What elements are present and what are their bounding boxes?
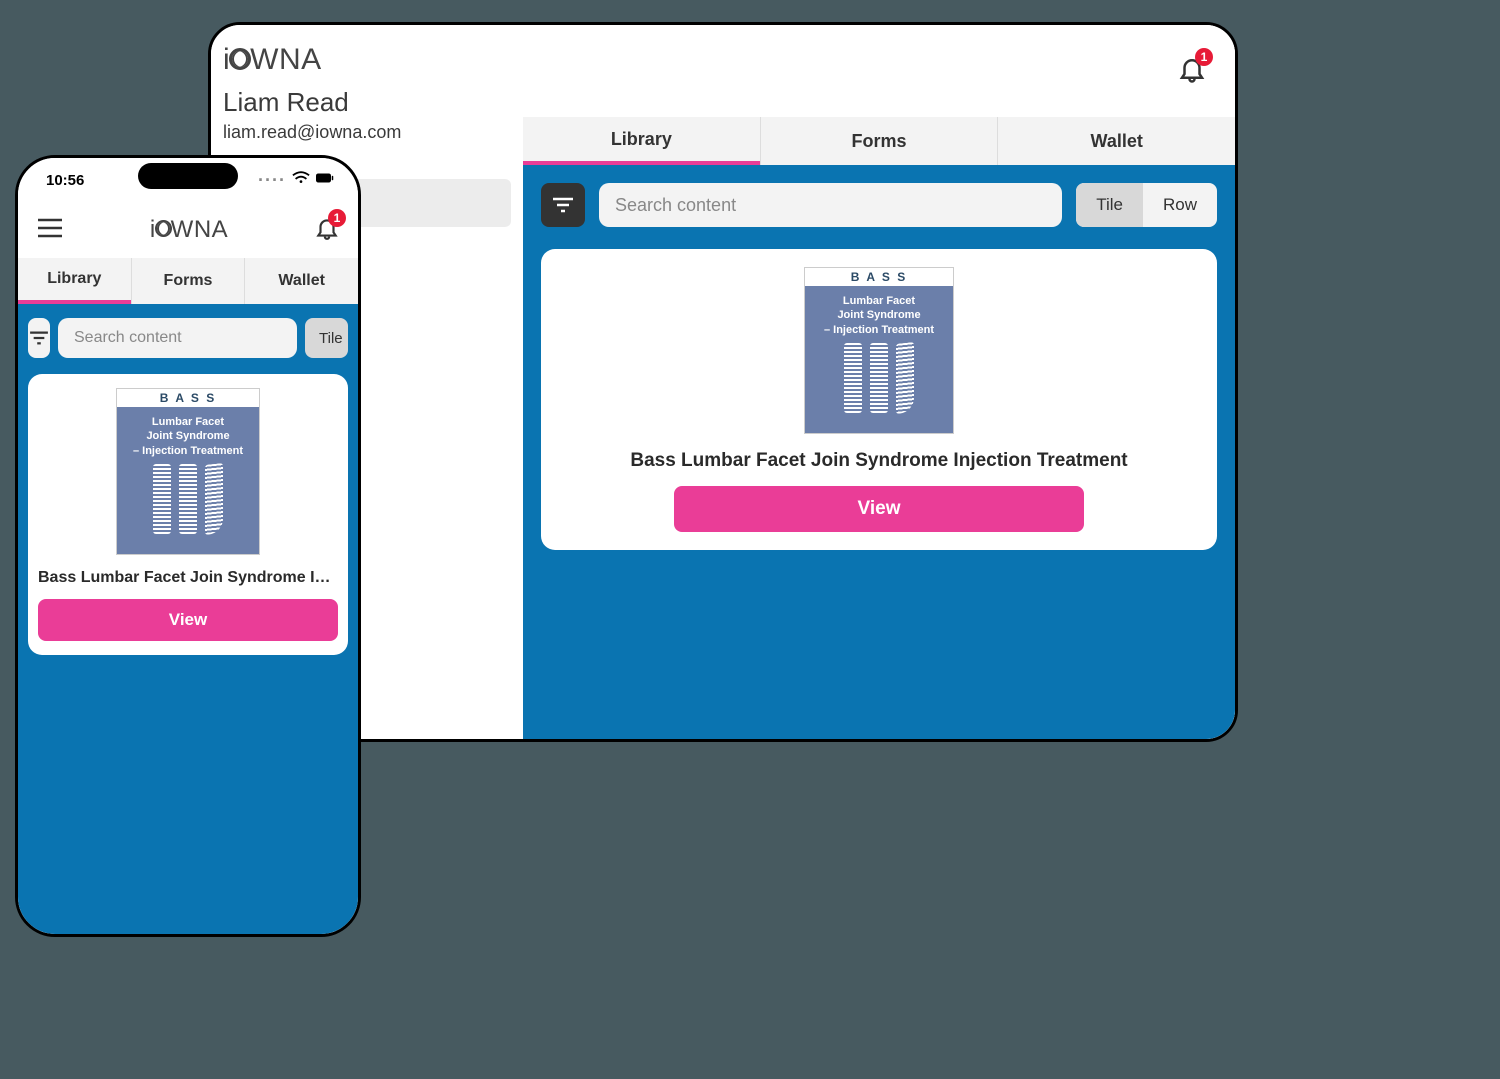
view-toggle-tile[interactable]: Tile: [305, 318, 348, 358]
phone-notch: [138, 163, 238, 189]
thumb-line3: – Injection Treatment: [123, 444, 253, 458]
notifications-button[interactable]: 1: [1177, 54, 1207, 89]
content-card: B A S S Lumbar Facet Joint Syndrome – In…: [541, 249, 1217, 550]
content-card: B A S S Lumbar Facet Joint Syndrome – In…: [28, 374, 348, 655]
search-input[interactable]: [599, 183, 1062, 227]
thumb-brand: B A S S: [117, 389, 259, 407]
thumb-illustration: [123, 458, 253, 538]
tablet-main: 1 Library Forms Wallet Tile Row B A: [523, 25, 1235, 739]
view-toggle-tile[interactable]: Tile: [1076, 183, 1143, 227]
status-time: 10:56: [46, 172, 84, 189]
brand-logo: iWNA: [150, 216, 228, 244]
tab-wallet[interactable]: Wallet: [997, 117, 1235, 165]
menu-button[interactable]: [36, 217, 64, 244]
user-name: Liam Read: [223, 87, 511, 118]
notifications-button[interactable]: 1: [314, 215, 340, 246]
tablet-device: iWNA Liam Read liam.read@iowna.com ician…: [208, 22, 1238, 742]
view-button[interactable]: View: [674, 486, 1084, 532]
thumb-illustration: [811, 337, 947, 417]
phone-device: 10:56 ···· iWNA 1 Library Forms Wallet T…: [15, 155, 361, 937]
notification-badge: 1: [1195, 48, 1213, 66]
tabs: Library Forms Wallet: [523, 117, 1235, 165]
notification-badge: 1: [328, 209, 346, 227]
thumb-line2: Joint Syndrome: [123, 429, 253, 443]
battery-icon: [316, 171, 334, 189]
signal-icon: ····: [258, 170, 286, 191]
view-toggle: Tile Row: [1076, 183, 1217, 227]
thumb-line1: Lumbar Facet: [811, 294, 947, 308]
thumb-line1: Lumbar Facet: [123, 415, 253, 429]
topbar: 1: [523, 25, 1235, 117]
view-toggle: Tile Row: [305, 318, 348, 358]
filter-icon: [551, 196, 575, 214]
phone-header: iWNA 1: [18, 202, 358, 258]
tab-wallet[interactable]: Wallet: [244, 258, 358, 304]
hamburger-icon: [36, 217, 64, 239]
view-button[interactable]: View: [38, 599, 338, 641]
thumb-line3: – Injection Treatment: [811, 323, 947, 337]
content-card-title: Bass Lumbar Facet Join Syndrome Injectio…: [630, 450, 1127, 472]
tab-forms[interactable]: Forms: [131, 258, 245, 304]
toolbar: Tile Row: [28, 318, 348, 358]
tab-library[interactable]: Library: [523, 117, 760, 165]
toolbar: Tile Row: [541, 183, 1217, 227]
filter-button[interactable]: [28, 318, 50, 358]
tabs: Library Forms Wallet: [18, 258, 358, 304]
filter-icon: [28, 330, 50, 346]
brand-logo: iWNA: [223, 43, 511, 77]
content-thumbnail: B A S S Lumbar Facet Joint Syndrome – In…: [116, 388, 260, 555]
search-input[interactable]: [58, 318, 297, 358]
library-content: Tile Row B A S S Lumbar Facet Joint Synd…: [18, 304, 358, 934]
content-thumbnail: B A S S Lumbar Facet Joint Syndrome – In…: [804, 267, 954, 434]
wifi-icon: [292, 171, 310, 189]
filter-button[interactable]: [541, 183, 585, 227]
view-toggle-row[interactable]: Row: [1143, 183, 1217, 227]
thumb-brand: B A S S: [805, 268, 953, 286]
library-content: Tile Row B A S S Lumbar Facet Joint Synd…: [523, 165, 1235, 739]
thumb-line2: Joint Syndrome: [811, 308, 947, 322]
user-email: liam.read@iowna.com: [223, 122, 511, 143]
content-card-title: Bass Lumbar Facet Join Syndrome Injec…: [38, 569, 338, 587]
tab-forms[interactable]: Forms: [760, 117, 998, 165]
tab-library[interactable]: Library: [18, 258, 131, 304]
